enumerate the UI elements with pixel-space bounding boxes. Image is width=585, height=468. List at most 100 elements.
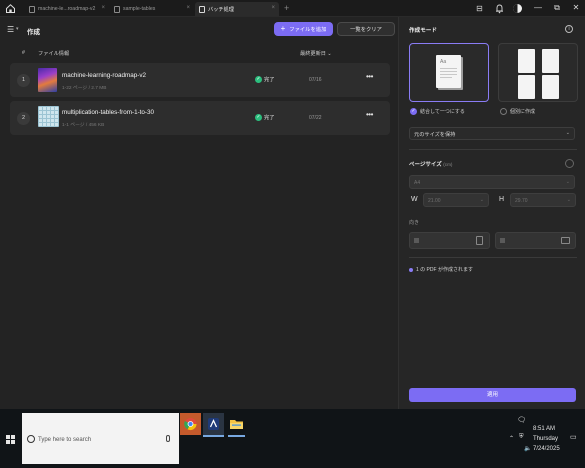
close-icon[interactable]: ×	[186, 5, 190, 11]
row-number: 2	[17, 112, 30, 125]
tab-label: sample-tables	[123, 6, 156, 12]
tab-batch[interactable]: バッチ処理 ×	[195, 2, 279, 16]
shield-icon[interactable]: ⛨	[519, 434, 524, 441]
home-icon[interactable]	[5, 3, 16, 14]
panel-title: 作成モード	[409, 28, 437, 34]
divider	[409, 149, 577, 150]
chevron-up-icon[interactable]: ⌃	[509, 435, 514, 442]
table-row[interactable]: 1 machine-learning-roadmap-v2 1-22 ページ /…	[10, 63, 390, 97]
maximize-button[interactable]: ⧉	[550, 2, 564, 14]
radio-merge[interactable]: ✓ 結合して一つにする	[410, 108, 465, 115]
page-title: 作成	[27, 29, 40, 36]
mode-merge-card[interactable]: Aa	[409, 43, 489, 102]
chevron-down-icon[interactable]: ▾	[16, 26, 19, 32]
file-pages: 1-22 ページ	[62, 86, 88, 91]
file-list-pane: ☰ ▾ 作成 + ファイルを追加 一覧をクリア # ファイル情報 最終更新日 ⌄…	[0, 17, 398, 409]
taskbar-search[interactable]: Type here to search	[22, 413, 179, 464]
more-options-icon[interactable]: •••	[366, 72, 373, 81]
apply-button[interactable]: 適用	[409, 388, 576, 402]
tab-document-2[interactable]: sample-tables ×	[110, 2, 194, 16]
paper-size-select[interactable]: A4 ⌄	[409, 175, 575, 189]
close-window-button[interactable]: ✕	[569, 2, 583, 14]
page-size-toggle[interactable]	[565, 159, 574, 168]
taskbar-app-pdf-editor[interactable]	[203, 413, 224, 435]
action-center-icon[interactable]: ▭	[570, 433, 577, 441]
add-files-button[interactable]: + ファイルを追加	[274, 22, 333, 36]
close-icon[interactable]: ×	[271, 5, 275, 11]
new-tab-button[interactable]: +	[284, 4, 289, 13]
height-label: H	[499, 196, 505, 203]
search-placeholder: Type here to search	[38, 437, 92, 443]
height-input[interactable]: 29.70 ⌄	[510, 193, 576, 207]
taskbar-app-file-explorer[interactable]	[226, 413, 247, 435]
active-app-indicator	[228, 435, 245, 437]
column-header-number: #	[22, 50, 25, 56]
bell-icon[interactable]	[494, 3, 505, 14]
radio-checked-icon: ✓	[410, 108, 417, 115]
close-icon[interactable]: ×	[101, 5, 105, 11]
windows-start-icon[interactable]	[6, 435, 15, 444]
orientation-label: 向き	[409, 220, 420, 226]
file-thumbnail	[38, 68, 57, 92]
orientation-landscape[interactable]	[495, 232, 576, 249]
volume-icon[interactable]: 🔈	[524, 445, 531, 452]
clear-list-button[interactable]: 一覧をクリア	[337, 22, 395, 36]
more-options-icon[interactable]: •••	[366, 110, 373, 119]
inbox-icon[interactable]: ⊟	[474, 3, 485, 14]
file-size: 456 KB	[88, 123, 105, 128]
size-select[interactable]: 元のサイズを保持 ⌄	[409, 127, 575, 140]
chevron-down-icon: ⌄	[565, 130, 570, 136]
portrait-icon	[476, 236, 483, 245]
table-row[interactable]: 2 multiplication-tables-from-1-to-30 1-1…	[10, 101, 390, 135]
list-menu-icon[interactable]: ☰	[7, 25, 14, 34]
page-thumb-icon	[542, 49, 559, 73]
add-files-label: ファイルを追加	[289, 27, 327, 33]
info-icon[interactable]: i	[565, 25, 573, 33]
clock-time[interactable]: 8:51 AM	[533, 426, 555, 432]
file-thumbnail	[38, 106, 59, 127]
divider	[409, 257, 577, 258]
output-note-text: 1 の PDF が作成されます	[416, 267, 473, 273]
clock-date[interactable]: 7/24/2025	[533, 446, 560, 452]
active-app-indicator	[203, 435, 224, 437]
column-header-modified-label: 最終更新日	[300, 51, 326, 57]
output-note: 1 の PDF が作成されます	[409, 266, 473, 273]
landscape-icon	[561, 237, 570, 244]
notification-icon[interactable]: 🗨	[517, 416, 526, 424]
creation-mode-panel: 作成モード i Aa ✓ 結合して一つにする 個別に作成 元のサイズを保持 ⌄ …	[398, 17, 585, 409]
radio-individual-label: 個別に作成	[510, 109, 536, 115]
page-size-title: ページサイズ (cm)	[409, 160, 452, 168]
radio-icon	[414, 238, 419, 243]
tab-label: machine-le...roadmap-v2	[38, 6, 96, 12]
radio-merge-label: 結合して一つにする	[420, 109, 465, 115]
row-number: 1	[17, 74, 30, 87]
radio-individual[interactable]: 個別に作成	[500, 108, 535, 115]
tab-label: バッチ処理	[208, 6, 234, 13]
status-label: 完了	[264, 77, 275, 83]
page-thumb-icon	[518, 49, 535, 73]
status-label: 完了	[264, 115, 275, 121]
minimize-button[interactable]: —	[531, 2, 545, 14]
width-input[interactable]: 21.00 ⌄	[423, 193, 489, 207]
tab-document-1[interactable]: machine-le...roadmap-v2 ×	[25, 2, 109, 16]
taskbar-app-browser[interactable]	[180, 413, 201, 435]
tab-bar: machine-le...roadmap-v2 × sample-tables …	[0, 0, 585, 17]
page-thumb-icon	[542, 75, 559, 99]
microphone-icon[interactable]	[166, 435, 170, 442]
avatar[interactable]	[512, 3, 523, 14]
orientation-portrait[interactable]	[409, 232, 490, 249]
clock-day[interactable]: Thursday	[533, 436, 558, 442]
column-header-modified[interactable]: 最終更新日 ⌄	[300, 50, 332, 57]
width-value: 21.00	[428, 198, 441, 204]
mode-individual-card[interactable]	[498, 43, 578, 102]
stepper-icon: ⌄	[566, 197, 571, 203]
page-thumb-icon	[518, 75, 535, 99]
size-select-value: 元のサイズを保持	[414, 132, 456, 138]
file-name: machine-learning-roadmap-v2	[62, 72, 146, 79]
chevron-down-icon: ⌄	[565, 179, 570, 185]
merged-page-icon: Aa	[436, 55, 461, 88]
file-icon	[114, 5, 120, 13]
file-name: multiplication-tables-from-1-to-30	[62, 109, 155, 116]
sort-icon: ⌄	[327, 51, 332, 57]
height-value: 29.70	[515, 198, 528, 204]
